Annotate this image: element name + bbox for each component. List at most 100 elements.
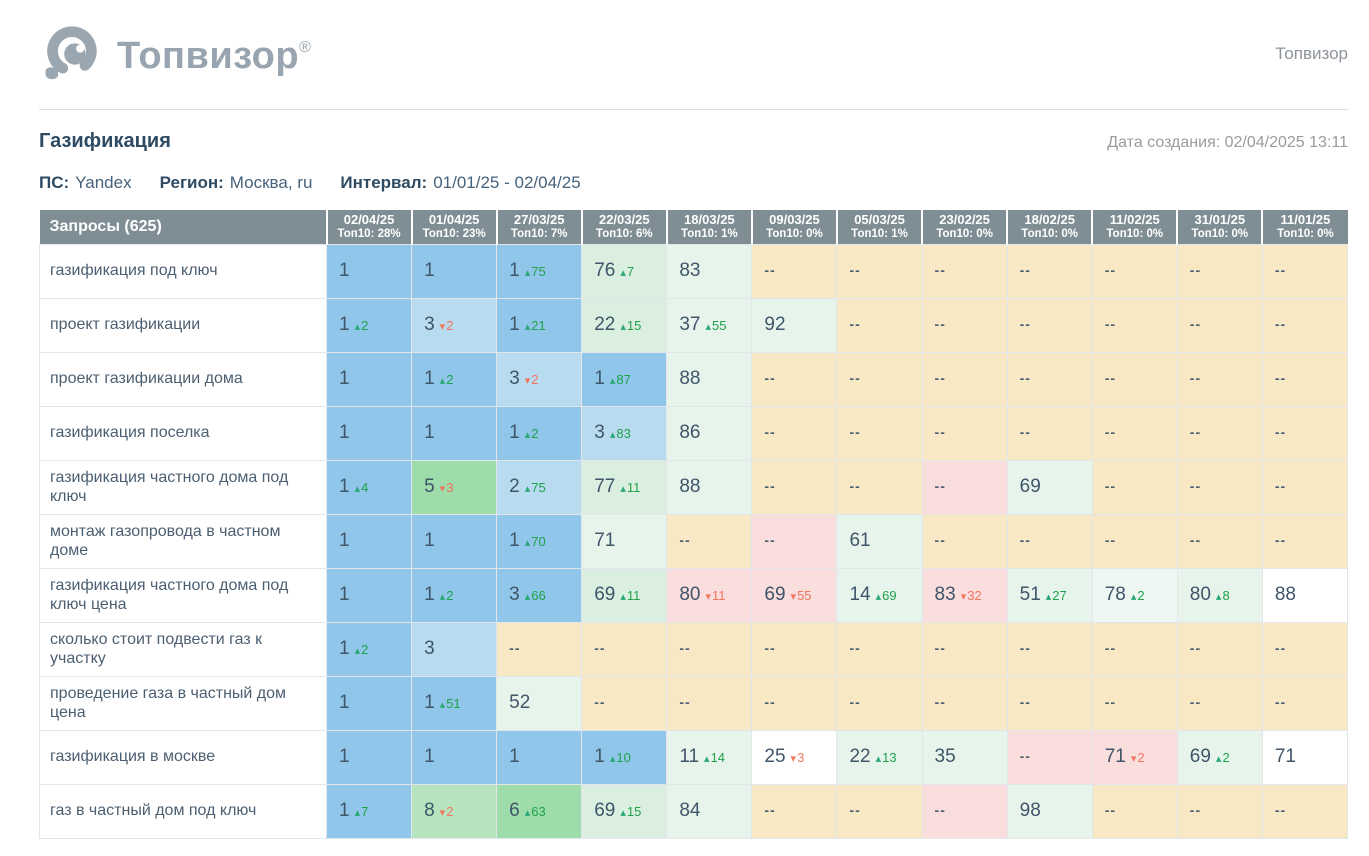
no-position-dash: -- — [1104, 262, 1117, 278]
position-cell: 1 ▴10 — [581, 729, 668, 785]
position-cell: 69 ▾55 — [751, 567, 838, 623]
position-cell: -- — [836, 783, 923, 839]
no-position-dash: -- — [1104, 532, 1117, 548]
position-cell: 98 — [1006, 783, 1093, 839]
no-position-dash: -- — [849, 478, 861, 494]
no-position-dash: -- — [764, 532, 776, 548]
position-cell: 71 — [1261, 729, 1349, 785]
position-value: 5 — [424, 476, 435, 497]
no-position-dash: -- — [1189, 316, 1202, 332]
change-value: 32 — [967, 588, 982, 603]
position-value: 11 — [679, 746, 700, 767]
position-cell: -- — [836, 675, 923, 731]
position-value: 37 — [679, 314, 701, 335]
query-cell: проведение газа в частный дом цена — [39, 675, 327, 731]
position-value: 1 — [424, 422, 435, 443]
change-up: ▴75 — [525, 480, 546, 495]
change-up: ▴66 — [525, 588, 546, 603]
position-cell: -- — [1006, 297, 1093, 353]
no-position-dash: -- — [1104, 424, 1117, 440]
date-column-header: 11/02/25 Топ10: 0% — [1091, 210, 1178, 244]
position-cell: -- — [666, 621, 753, 677]
position-cell: -- — [751, 243, 838, 299]
change-value: 75 — [531, 264, 546, 279]
date-column-header: 05/03/25 Топ10: 1% — [835, 210, 923, 244]
topvisor-logo-icon — [39, 23, 101, 90]
position-cell: 76 ▴7 — [581, 243, 668, 299]
creation-date: Дата создания: 02/04/2025 13:11 — [1107, 134, 1348, 151]
change-value: 21 — [531, 318, 546, 333]
table-row: монтаж газопровода в частном доме 1 1 1 ▴70 7… — [39, 513, 1349, 569]
position-value: 1 — [339, 584, 350, 605]
position-cell: 80 ▴8 — [1176, 567, 1263, 623]
query-cell: газификация под ключ — [39, 243, 327, 299]
position-value: 1 — [424, 368, 435, 389]
date-column-header: 27/03/25 Топ10: 7% — [495, 210, 582, 244]
queries-header: Запросы (625) — [39, 210, 327, 244]
position-cell: 37 ▴55 — [666, 297, 753, 353]
position-cell: -- — [1176, 243, 1263, 299]
position-value: 1 — [339, 800, 350, 821]
position-value: 8 — [424, 800, 435, 821]
position-cell: 1 — [411, 729, 498, 785]
table-row: проект газификации дома 1 1 ▴2 3 ▾2 1 ▴87 88 -- --… — [39, 351, 1349, 407]
arrow-up-icon: ▴ — [439, 591, 446, 603]
header-site-name: Топвизор — [1275, 43, 1348, 63]
position-cell: 80 ▾11 — [666, 567, 753, 623]
position-cell: 69 ▴15 — [581, 783, 668, 839]
position-cell: -- — [751, 459, 838, 515]
change-down: ▾2 — [440, 318, 454, 333]
no-position-dash: -- — [1019, 694, 1031, 710]
change-up: ▴2 — [1131, 588, 1145, 603]
position-cell: -- — [1006, 621, 1093, 677]
no-position-dash: -- — [679, 694, 691, 710]
position-cell: -- — [836, 405, 923, 461]
meta-search-engine: ПС: Yandex — [39, 173, 132, 192]
arrow-up-icon: ▴ — [620, 267, 626, 279]
position-cell: 1 ▴7 — [325, 783, 413, 839]
arrow-up-icon: ▴ — [354, 321, 361, 333]
position-value: 25 — [764, 746, 786, 767]
change-value: 83 — [616, 426, 631, 441]
no-position-dash: -- — [1189, 478, 1202, 494]
change-down: ▾3 — [791, 750, 805, 765]
position-cell: -- — [921, 783, 1008, 839]
change-up: ▴2 — [440, 588, 454, 603]
change-up: ▴4 — [355, 480, 369, 495]
change-value: 2 — [1137, 750, 1145, 765]
position-cell: 25 ▾3 — [751, 729, 838, 785]
arrow-up-icon: ▴ — [1130, 591, 1137, 603]
position-value: 71 — [1274, 746, 1296, 767]
position-cell: 11 ▴14 — [666, 729, 753, 785]
table-row: газ в частный дом под ключ 1 ▴7 8 ▾2 6 ▴63 69 ▴1… — [39, 783, 1349, 839]
no-position-dash: -- — [764, 424, 776, 440]
query-cell: монтаж газопровода в частном доме — [39, 513, 327, 569]
no-position-dash: -- — [594, 694, 606, 710]
position-cell: 1 — [411, 405, 498, 461]
position-cell: -- — [1261, 459, 1349, 515]
change-up: ▴27 — [1046, 588, 1067, 603]
no-position-dash: -- — [934, 262, 946, 278]
brand-name: Топвизор® — [117, 35, 312, 77]
position-cell: 92 — [751, 297, 838, 353]
date-column-header: 11/01/25 Топ10: 0% — [1261, 210, 1348, 244]
no-position-dash: -- — [1189, 424, 1202, 440]
date-column-header: 22/03/25 Топ10: 6% — [580, 210, 667, 244]
change-value: 27 — [1052, 588, 1067, 603]
position-cell: 1 ▴70 — [496, 513, 583, 569]
change-value: 15 — [626, 804, 642, 819]
position-value: 51 — [1019, 584, 1041, 605]
change-down: ▾2 — [1131, 750, 1145, 765]
position-cell: 3 ▴83 — [581, 405, 668, 461]
no-position-dash: -- — [934, 694, 946, 710]
arrow-up-icon: ▴ — [524, 429, 531, 441]
no-position-dash: -- — [1104, 802, 1117, 818]
no-position-dash: -- — [1019, 262, 1031, 278]
position-cell: 1 ▴51 — [411, 675, 498, 731]
position-value: 14 — [849, 584, 871, 605]
position-value: 61 — [849, 530, 871, 551]
table-row: проект газификации 1 ▴2 3 ▾2 1 ▴21 22 ▴15 37 ▴55 92… — [39, 297, 1349, 353]
change-value: 2 — [446, 318, 454, 333]
no-position-dash: -- — [934, 370, 946, 386]
change-up: ▴70 — [525, 534, 546, 549]
